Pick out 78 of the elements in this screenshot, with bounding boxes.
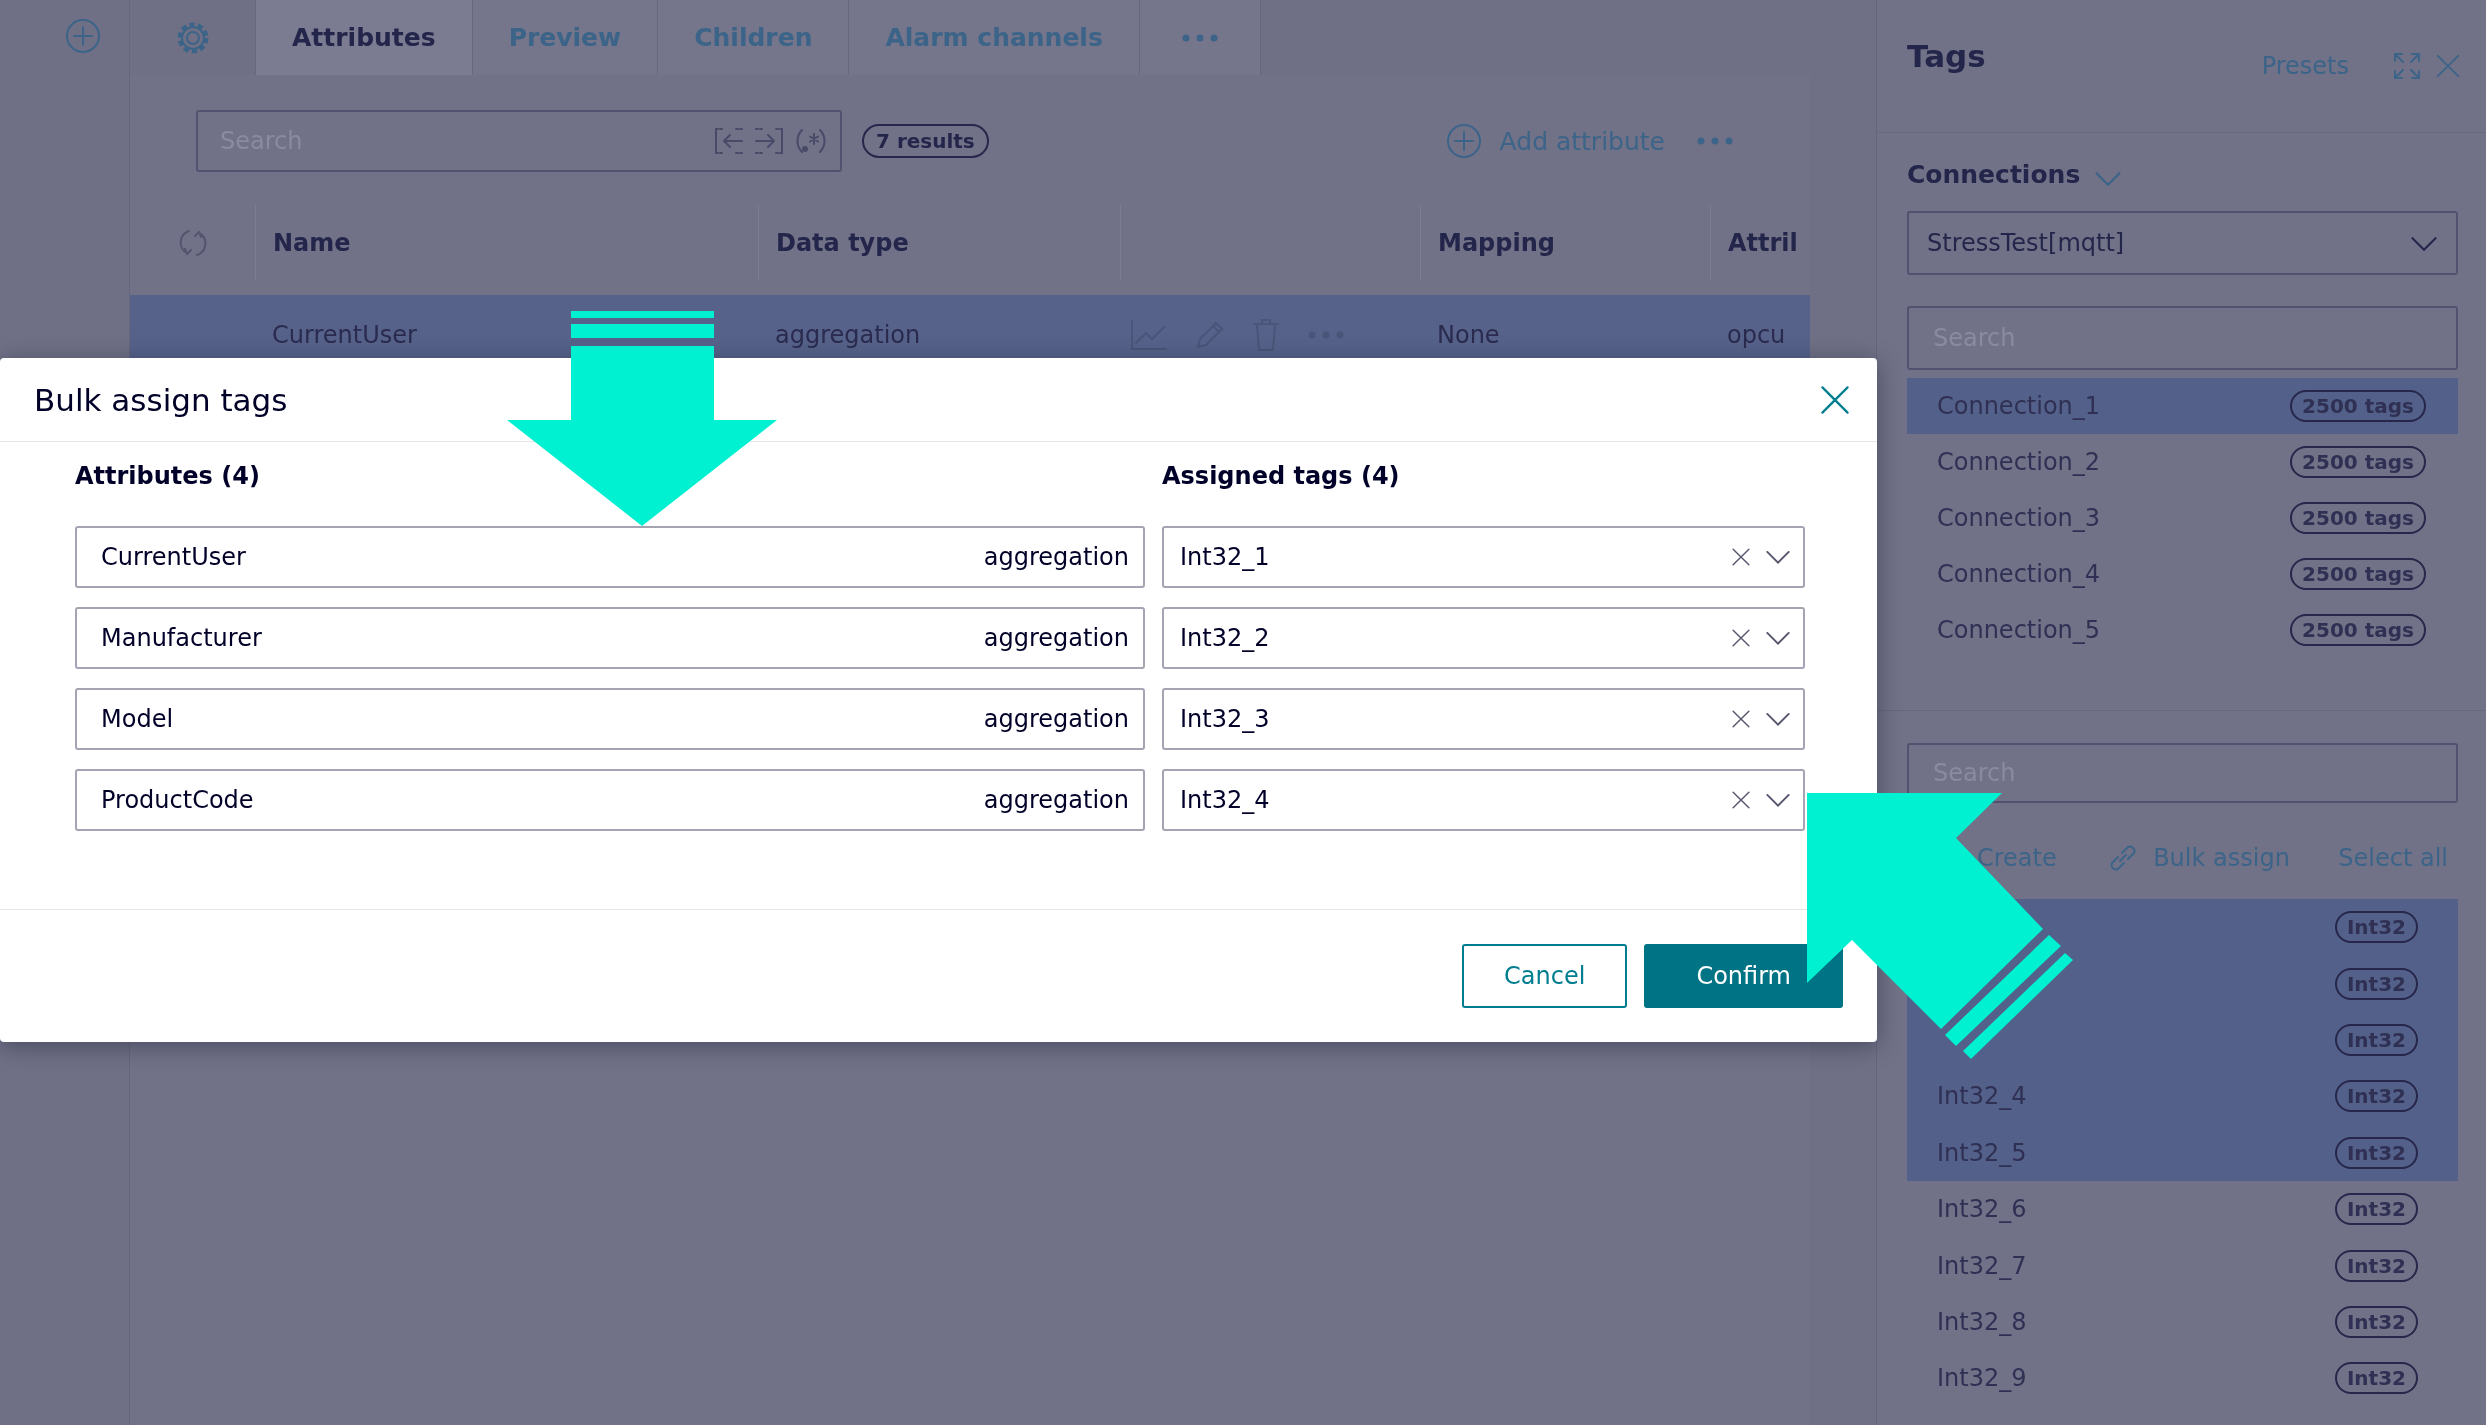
selected-tag: Int32_3	[1180, 705, 1717, 733]
connection-dropdown[interactable]: StressTest[mqtt]	[1907, 211, 2458, 275]
attribute-name: ProductCode	[101, 786, 254, 814]
connection-name: Connection_5	[1937, 616, 2101, 644]
cancel-button[interactable]: Cancel	[1462, 944, 1628, 1008]
regex-icon[interactable]	[794, 127, 828, 155]
tag-name: Int32_9	[1937, 1364, 2027, 1393]
tag-count: 2500 tags	[2290, 446, 2426, 478]
attribute-type: aggregation	[983, 543, 1129, 571]
close-icon[interactable]	[1819, 383, 1851, 416]
confirm-button[interactable]: Confirm	[1644, 944, 1843, 1008]
more-icon[interactable]	[1695, 135, 1735, 147]
tab[interactable]: Preview	[472, 0, 659, 75]
chevron-down-icon[interactable]	[2410, 234, 2438, 252]
tag-item[interactable]: Int32_7 Int32	[1907, 1237, 2458, 1294]
connection-name: Connection_3	[1937, 504, 2101, 532]
tag-item[interactable]: Int32_8 Int32	[1907, 1293, 2458, 1351]
chevron-down-icon[interactable]	[1765, 711, 1791, 727]
selected-tag: Int32_2	[1180, 624, 1717, 652]
collapse-icon[interactable]	[714, 127, 744, 155]
chevron-down-icon[interactable]	[1765, 549, 1791, 565]
attribute-name: Model	[101, 705, 174, 733]
tag-type: Int32	[2334, 1305, 2418, 1338]
table-cell-text: aggregation	[774, 320, 922, 351]
selected-tag: Int32_4	[1180, 786, 1717, 814]
attribute-name: CurrentUser	[101, 543, 246, 571]
tag-select[interactable]: Int32_3	[1162, 688, 1805, 750]
chevron-down-icon[interactable]	[1765, 630, 1791, 646]
panel-title: Tags	[1907, 38, 1987, 74]
attribute-type: aggregation	[983, 624, 1129, 652]
tag-type: Int32	[2334, 1193, 2418, 1226]
table-cell-text: opcu	[1726, 320, 1787, 351]
tag-item[interactable]: Int32_9 Int32	[1907, 1350, 2458, 1407]
connection-item[interactable]: Connection_4 2500 tags	[1907, 546, 2458, 602]
column-heading: Attributes (4)	[75, 462, 261, 490]
chevron-down-icon[interactable]	[1765, 792, 1791, 808]
connection-item[interactable]: Connection_3 2500 tags	[1907, 490, 2458, 546]
fullscreen-icon[interactable]	[2393, 52, 2421, 80]
clear-icon[interactable]	[1731, 628, 1751, 648]
tag-name: Int32_6	[1937, 1195, 2027, 1224]
plus-icon[interactable]	[1445, 123, 1482, 159]
attribute-type: aggregation	[983, 786, 1129, 814]
section-label: Connections	[1907, 160, 2081, 189]
clear-icon[interactable]	[1731, 547, 1751, 567]
clear-icon[interactable]	[1731, 790, 1751, 810]
dialog-title: Bulk assign tags	[34, 381, 288, 418]
tag-count: 2500 tags	[2290, 502, 2426, 534]
add-icon[interactable]	[65, 18, 101, 54]
tab[interactable]: Alarm channels	[849, 0, 1140, 75]
column-heading: Assigned tags (4)	[1162, 462, 1401, 490]
tag-name: Int32_8	[1937, 1307, 2027, 1336]
connection-name: Connection_4	[1937, 560, 2101, 588]
attribute-name: Manufacturer	[101, 624, 262, 652]
tag-item[interactable]: Int32_6 Int32	[1907, 1180, 2458, 1238]
clear-icon[interactable]	[1731, 709, 1751, 729]
column-header[interactable]: Name	[255, 205, 758, 280]
tag-select[interactable]: Int32_4	[1162, 769, 1805, 831]
tab[interactable]: Children	[658, 0, 850, 75]
expand-icon[interactable]	[754, 127, 784, 155]
connection-item[interactable]: Connection_2 2500 tags	[1907, 434, 2458, 490]
attribute-type: aggregation	[983, 705, 1129, 733]
connection-name: Connection_2	[1937, 448, 2101, 476]
results-count: 7 results	[862, 124, 989, 158]
tag-type: Int32	[2334, 1362, 2418, 1395]
tag-count: 2500 tags	[2290, 558, 2426, 590]
tag-name: Int32_7	[1937, 1251, 2027, 1280]
table-cell-text: None	[1436, 320, 1501, 351]
selected-tag: Int32_1	[1180, 543, 1717, 571]
connection-item[interactable]: Connection_5 2500 tags	[1907, 602, 2458, 658]
tag-select[interactable]: Int32_2	[1162, 607, 1805, 669]
tag-count: 2500 tags	[2290, 614, 2426, 646]
tag-type: Int32	[2334, 1249, 2418, 1282]
tag-select[interactable]: Int32_1	[1162, 526, 1805, 588]
tab[interactable]: Attributes	[256, 0, 473, 75]
table-cell-text: CurrentUser	[271, 320, 418, 351]
dropdown-value: StressTest[mqtt]	[1927, 229, 2125, 257]
column-header[interactable]: Data type	[758, 205, 1120, 280]
column-header[interactable]: Mapping	[1420, 205, 1710, 280]
